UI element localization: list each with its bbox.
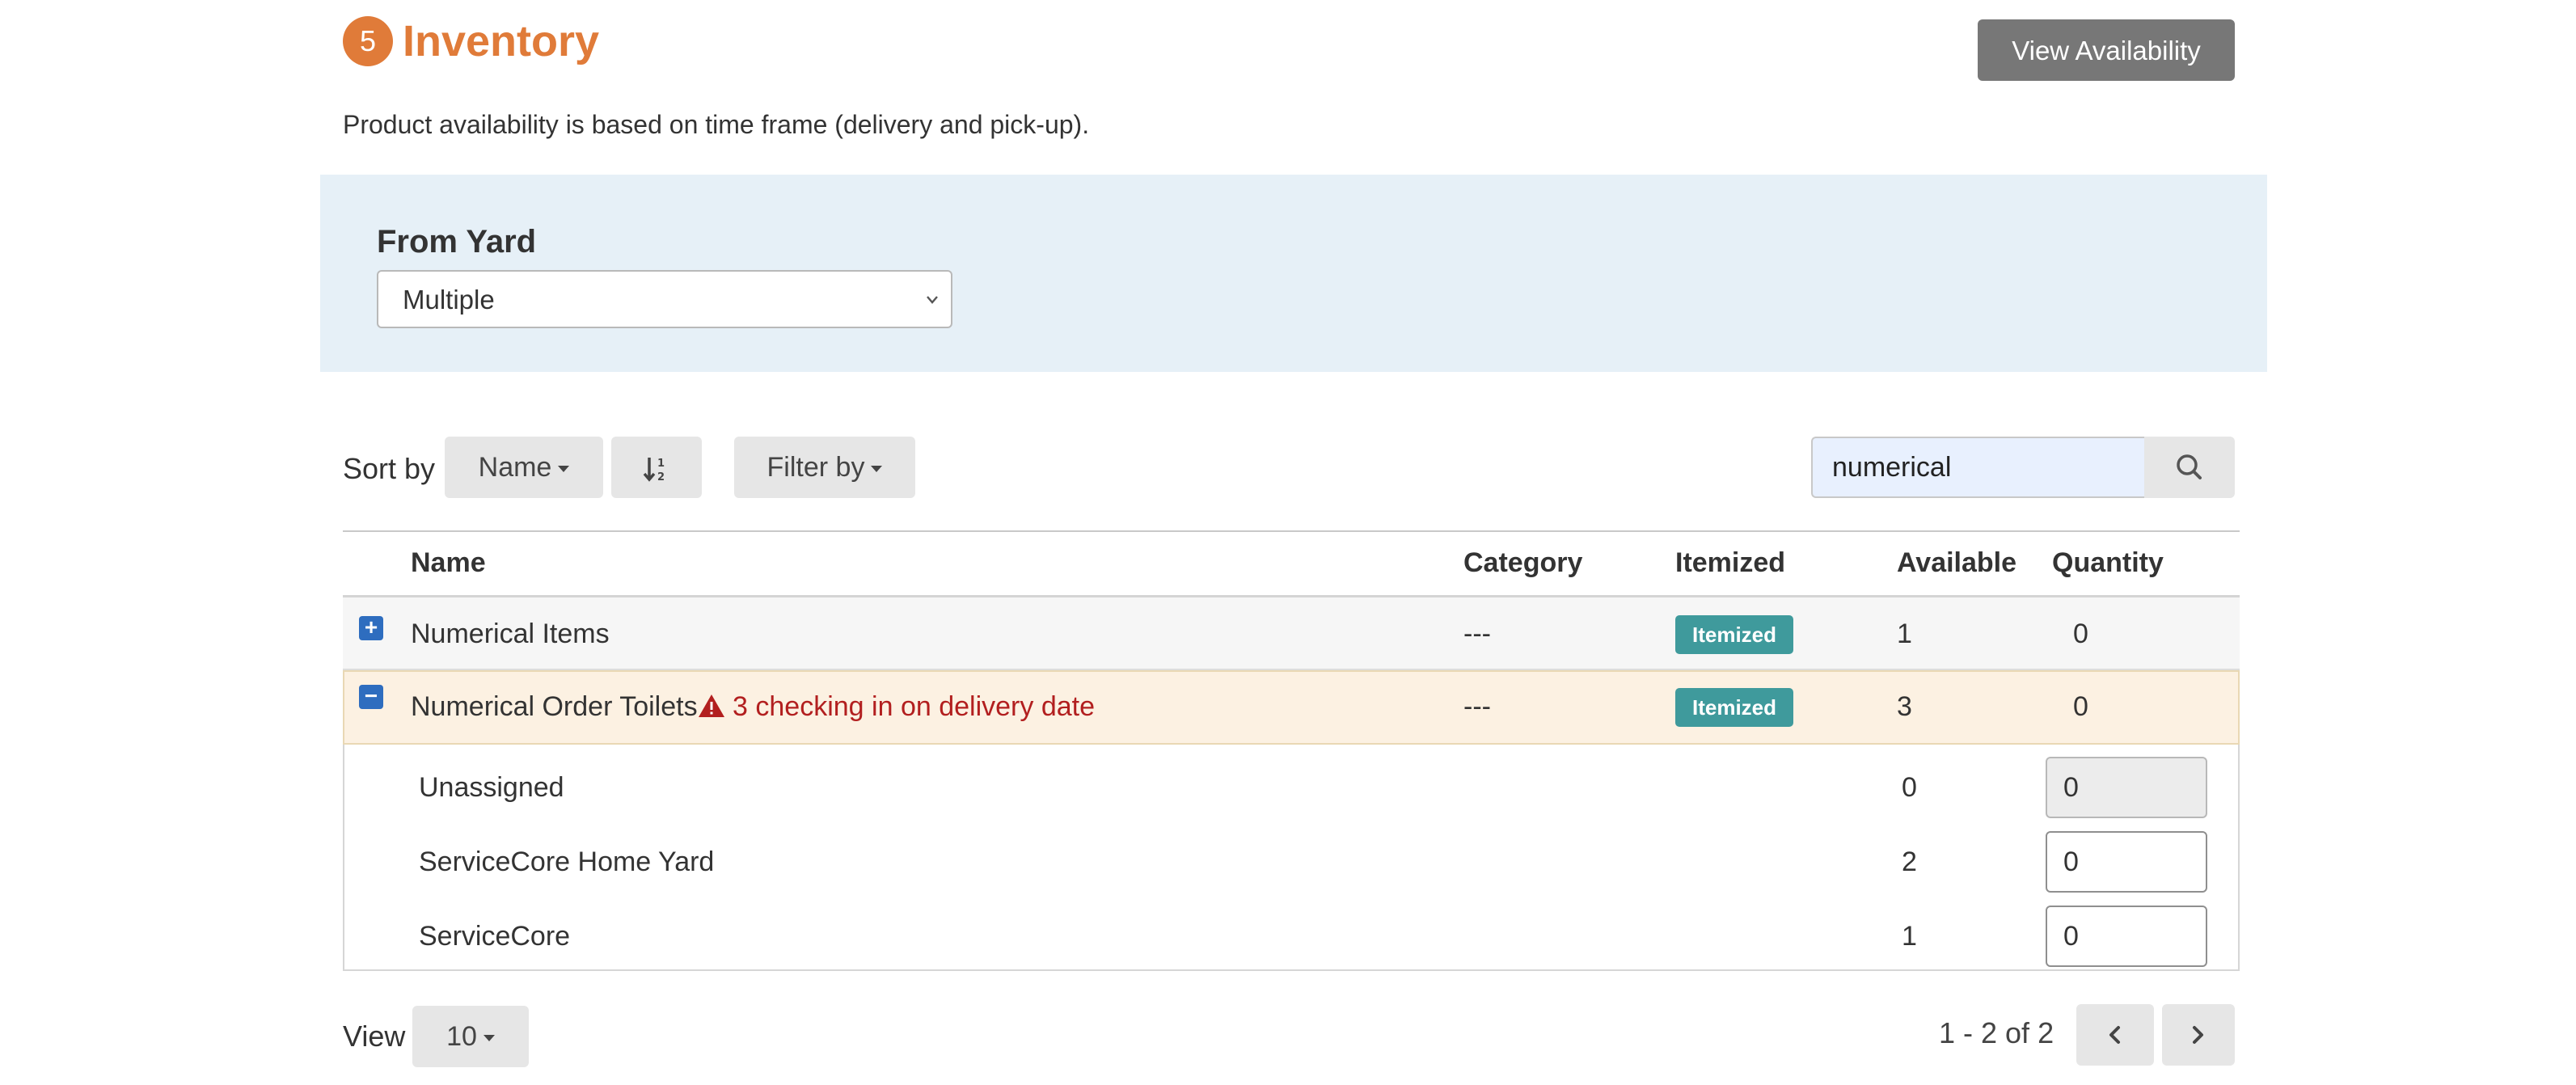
column-header-name[interactable]: Name bbox=[411, 545, 486, 580]
table-top-rule bbox=[343, 530, 2240, 532]
page-size-dropdown[interactable]: 10 bbox=[412, 1006, 529, 1067]
item-category: --- bbox=[1463, 691, 1491, 722]
sub-row-available: 1 bbox=[1902, 921, 1917, 952]
item-available: 1 bbox=[1897, 618, 1912, 649]
view-availability-button[interactable]: View Availability bbox=[1978, 19, 2235, 81]
sub-row-available: 2 bbox=[1902, 846, 1917, 877]
search-icon bbox=[2177, 454, 2202, 479]
view-label: View bbox=[343, 1020, 406, 1053]
chevron-down-icon bbox=[925, 272, 940, 349]
sub-row-yard-name: ServiceCore bbox=[419, 921, 571, 952]
item-name-with-warning: Numerical Order Toilets 3 checking in on… bbox=[411, 689, 1095, 724]
previous-page-button[interactable] bbox=[2076, 1004, 2154, 1066]
page-title: Inventory bbox=[403, 17, 600, 65]
inventory-page: 5 Inventory View Availability Product av… bbox=[0, 0, 2576, 1085]
itemized-badge: Itemized bbox=[1675, 688, 1793, 727]
sort-field-label: Name bbox=[478, 452, 552, 483]
caret-down-icon bbox=[483, 1035, 495, 1042]
step-number-badge: 5 bbox=[343, 16, 393, 66]
item-available: 3 bbox=[1897, 691, 1912, 722]
yard-panel: From Yard Multiple bbox=[320, 175, 2267, 372]
sub-row-yard-name: Unassigned bbox=[419, 772, 564, 803]
next-page-button[interactable] bbox=[2162, 1004, 2235, 1066]
svg-text:1: 1 bbox=[657, 458, 665, 470]
pagination-info: 1 - 2 of 2 bbox=[1939, 1016, 2054, 1049]
column-header-quantity[interactable]: Quantity bbox=[2052, 545, 2164, 580]
item-name: Numerical Items bbox=[411, 618, 610, 649]
itemized-badge: Itemized bbox=[1675, 615, 1793, 654]
expand-row-button[interactable]: + bbox=[359, 616, 383, 640]
sort-by-label: Sort by bbox=[343, 452, 436, 485]
item-quantity: 0 bbox=[2073, 691, 2088, 722]
item-category: --- bbox=[1463, 618, 1491, 649]
chevron-left-icon bbox=[2109, 1026, 2120, 1044]
quantity-input[interactable]: 0 bbox=[2046, 906, 2207, 967]
column-header-available[interactable]: Available bbox=[1897, 545, 2016, 580]
column-header-category[interactable]: Category bbox=[1463, 545, 1582, 580]
sort-field-dropdown[interactable]: Name bbox=[445, 437, 603, 498]
collapse-row-button[interactable]: − bbox=[359, 685, 383, 709]
caret-down-icon bbox=[871, 466, 883, 473]
sub-row-available: 0 bbox=[1902, 772, 1917, 803]
caret-down-icon bbox=[558, 466, 570, 473]
page-subtitle: Product availability is based on time fr… bbox=[343, 110, 1090, 139]
warning-icon bbox=[698, 694, 724, 717]
chevron-right-icon bbox=[2193, 1026, 2203, 1044]
quantity-input[interactable]: 0 bbox=[2046, 831, 2207, 893]
from-yard-select[interactable]: Multiple bbox=[377, 270, 952, 328]
sort-direction-button[interactable]: 1 2 bbox=[611, 437, 702, 498]
sub-row-yard-name: ServiceCore Home Yard bbox=[419, 846, 715, 877]
search-button[interactable] bbox=[2144, 437, 2235, 498]
filter-by-dropdown[interactable]: Filter by bbox=[734, 437, 915, 498]
svg-text:2: 2 bbox=[657, 471, 665, 483]
table-row: + Numerical Items --- Itemized 1 0 bbox=[343, 597, 2240, 670]
from-yard-selected-value: Multiple bbox=[403, 285, 495, 315]
page-size-value: 10 bbox=[446, 1021, 477, 1052]
search-input-value: numerical bbox=[1832, 452, 1952, 483]
sort-ascending-icon: 1 2 bbox=[643, 458, 665, 483]
item-quantity: 0 bbox=[2073, 618, 2088, 649]
quantity-input-disabled: 0 bbox=[2046, 757, 2207, 818]
delivery-warning-text: 3 checking in on delivery date bbox=[733, 691, 1095, 722]
table-row: − Numerical Order Toilets 3 checking in … bbox=[343, 670, 2240, 745]
column-header-itemized[interactable]: Itemized bbox=[1675, 545, 1785, 580]
search-input[interactable]: numerical bbox=[1811, 437, 2146, 498]
item-name: Numerical Order Toilets bbox=[411, 691, 698, 722]
filter-by-label: Filter by bbox=[766, 452, 865, 483]
from-yard-label: From Yard bbox=[377, 224, 537, 260]
